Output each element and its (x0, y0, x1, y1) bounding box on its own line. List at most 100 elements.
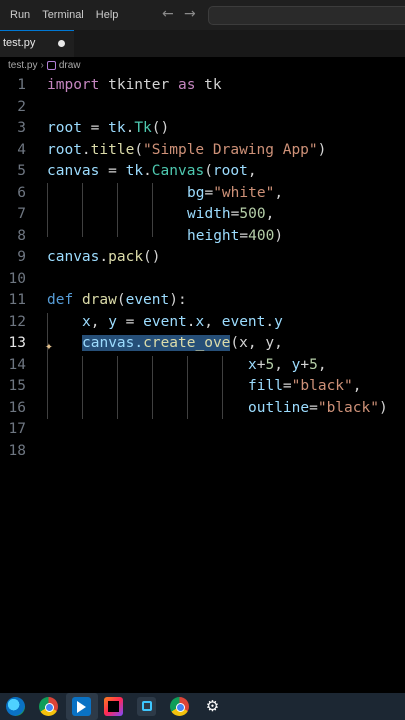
code-line-12[interactable]: 12 x, y = event.x, event.y (0, 312, 405, 334)
line-number: 11 (8, 292, 26, 308)
token-variable: height (187, 228, 240, 244)
token-operator: + (300, 357, 310, 373)
token-args: (x, y, (230, 335, 283, 351)
code-line-14[interactable]: 14 x+5, y+5, (0, 355, 405, 377)
line-number: 14 (8, 357, 26, 373)
settings-gear-icon[interactable]: ⚙ (203, 697, 222, 716)
token-operator: , (274, 357, 292, 373)
function-cube-icon (46, 60, 56, 70)
token-variable: tk (125, 163, 144, 179)
code-text: canvas = tk.Canvas(root, (47, 161, 257, 183)
code-editor[interactable]: 1 import tkinter as tk 2 3 root = tk.Tk(… (0, 73, 405, 693)
menu-run[interactable]: Run (10, 9, 30, 21)
code-line-15[interactable]: 15 fill="black", (0, 376, 405, 398)
token-number: 500 (239, 206, 266, 222)
token-operator: , (274, 185, 284, 201)
jetbrains-icon[interactable] (104, 697, 123, 716)
code-line-17[interactable]: 17 (0, 419, 405, 441)
code-line-11[interactable]: 11 def draw(event): (0, 290, 405, 312)
token-operator: = (81, 120, 109, 136)
token-operator: ) (317, 142, 327, 158)
line-number: 3 (17, 120, 26, 136)
code-line-8[interactable]: 8 height=400) (0, 226, 405, 248)
token-number: 5 (309, 357, 318, 373)
token-operator: , (265, 206, 275, 222)
token-operator: , (352, 378, 362, 394)
token-class: Tk (134, 120, 152, 136)
code-line-18[interactable]: 18 (0, 441, 405, 463)
code-line-7[interactable]: 7 width=500, (0, 204, 405, 226)
token-variable: root (47, 120, 82, 136)
code-text: root.title("Simple Drawing App") (47, 140, 326, 162)
token-operator: , (90, 314, 109, 330)
terminal-icon[interactable] (137, 697, 156, 716)
token-variable: root (47, 142, 82, 158)
token-operator: ( (134, 142, 144, 158)
code-text: bg="white", (187, 183, 283, 205)
command-center-search[interactable] (208, 6, 405, 25)
chrome-icon[interactable] (39, 697, 58, 716)
token-operator: ( (204, 163, 213, 179)
code-line-4[interactable]: 4 root.title("Simple Drawing App") (0, 140, 405, 162)
token-operator: , (204, 314, 222, 330)
token-variable: fill (248, 378, 283, 394)
selected-token: create_ove (143, 335, 231, 351)
token-operator: = (204, 185, 214, 201)
token-variable: x (82, 314, 91, 330)
vscode-icon[interactable] (72, 697, 91, 716)
token-operator: = (239, 228, 249, 244)
tab-test-py[interactable]: test.py (0, 30, 74, 57)
token-variable: x (248, 357, 257, 373)
code-line-16[interactable]: 16 outline="black") (0, 398, 405, 420)
token-number: 5 (265, 357, 275, 373)
vscode-window: Run Terminal Help ← → test.py test.py › … (0, 0, 405, 720)
code-text: outline="black") (248, 398, 388, 420)
code-text: fill="black", (248, 376, 362, 398)
back-arrow-icon[interactable]: ← (162, 6, 174, 22)
line-number: 4 (17, 142, 26, 158)
token-variable: tk (108, 120, 126, 136)
edge-icon[interactable] (6, 697, 25, 716)
token-variable: canvas (47, 163, 100, 179)
token-operator: . (265, 314, 275, 330)
token-number: 400 (248, 228, 275, 244)
token-operator: = (116, 314, 144, 330)
token-string: "Simple Drawing App" (143, 142, 318, 158)
token-variable: event (221, 314, 266, 330)
line-number: 5 (17, 163, 26, 179)
token-operator: ) (274, 228, 284, 244)
token-variable: bg (187, 185, 205, 201)
token-string: "white" (213, 185, 275, 201)
token-variable: root (212, 163, 248, 179)
code-line-9[interactable]: 9 canvas.pack() (0, 247, 405, 269)
token-variable: width (187, 206, 231, 222)
token-keyword: def (47, 292, 74, 308)
menu-terminal[interactable]: Terminal (42, 9, 84, 21)
breadcrumb-symbol[interactable]: draw (59, 60, 81, 71)
code-line-13[interactable]: 13 ✦ canvas.create_ove(x, y, (0, 333, 405, 355)
code-line-5[interactable]: 5 canvas = tk.Canvas(root, (0, 161, 405, 183)
code-text: canvas.pack() (47, 247, 161, 269)
token-variable: y (108, 314, 117, 330)
token-string: "black" (317, 400, 379, 416)
menu-help[interactable]: Help (96, 9, 119, 21)
forward-arrow-icon[interactable]: → (184, 6, 196, 22)
code-line-10[interactable]: 10 (0, 269, 405, 291)
line-number: 16 (8, 400, 26, 416)
taskbar: ⚙ (0, 693, 405, 720)
chrome-icon[interactable] (170, 697, 189, 716)
code-line-6[interactable]: 6 bg="white", (0, 183, 405, 205)
code-text: canvas.create_ove(x, y, (82, 333, 283, 355)
line-number: 8 (17, 228, 26, 244)
line-number: 1 (17, 77, 26, 93)
code-line-3[interactable]: 3 root = tk.Tk() (0, 118, 405, 140)
code-line-1[interactable]: 1 import tkinter as tk (0, 75, 405, 97)
token-name: tk (195, 77, 222, 93)
code-line-2[interactable]: 2 (0, 97, 405, 119)
breadcrumb-file[interactable]: test.py (8, 60, 37, 71)
code-text: x+5, y+5, (248, 355, 327, 377)
token-keyword: import (47, 77, 100, 93)
line-number: 15 (8, 378, 26, 394)
token-variable: event (143, 314, 187, 330)
unsaved-dot-icon[interactable] (58, 40, 65, 47)
